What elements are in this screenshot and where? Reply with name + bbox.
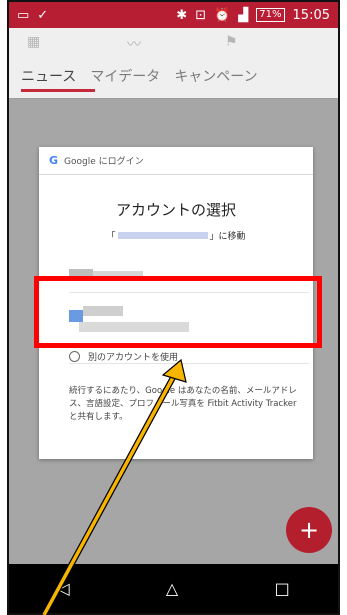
check-icon: ✓ xyxy=(37,7,49,23)
person-icon xyxy=(69,351,80,362)
chart-icon[interactable]: 〰 xyxy=(127,34,141,54)
alarm-icon: ⏰ xyxy=(214,7,231,23)
google-g-icon: G xyxy=(49,154,59,167)
status-bar: ▭ ✓ ✱ ⊡ ⏰ ▟ 71% 15:05 xyxy=(9,2,338,28)
tab-news[interactable]: ニュース xyxy=(21,66,76,86)
screen-icon: ▭ xyxy=(17,7,30,23)
dialog-title: アカウントの選択 xyxy=(115,201,236,219)
back-icon[interactable]: ◁ xyxy=(57,579,69,598)
tab-campaign[interactable]: キャンペーン xyxy=(174,66,257,86)
home-icon[interactable]: △ xyxy=(166,579,178,598)
recents-icon[interactable]: □ xyxy=(275,579,290,598)
consent-text: 続行するにあたり、Google はあなたの名前、メールアドレス、言語設定、プロフ… xyxy=(69,386,297,422)
dialog-subtitle: 「 」に移動 xyxy=(106,232,246,242)
tab-indicator xyxy=(21,89,95,92)
dialog-header: G Google にログイン xyxy=(39,147,313,175)
app-bar: ▦ 〰 ⚑ ニュース マイデータ キャンペーン xyxy=(9,28,338,99)
vibrate-icon: ⊡ xyxy=(195,7,207,23)
clock: 15:05 xyxy=(292,7,330,23)
signal-icon: ▟ xyxy=(238,7,249,23)
redacted-app-name xyxy=(117,232,208,239)
flag-icon[interactable]: ⚑ xyxy=(225,34,238,50)
use-other-account[interactable]: 別のアカウントを使用 xyxy=(69,350,178,363)
divider xyxy=(69,363,309,364)
tab-mydata[interactable]: マイデータ xyxy=(90,66,160,86)
android-nav-bar: ◁ △ □ xyxy=(9,564,338,613)
battery-indicator: 71% xyxy=(256,8,285,22)
add-fab-button[interactable]: + xyxy=(286,507,332,553)
bluetooth-icon: ✱ xyxy=(176,7,188,23)
news-icon[interactable]: ▦ xyxy=(27,34,40,50)
dialog-header-text: Google にログイン xyxy=(64,157,144,167)
highlight-box xyxy=(34,276,322,348)
